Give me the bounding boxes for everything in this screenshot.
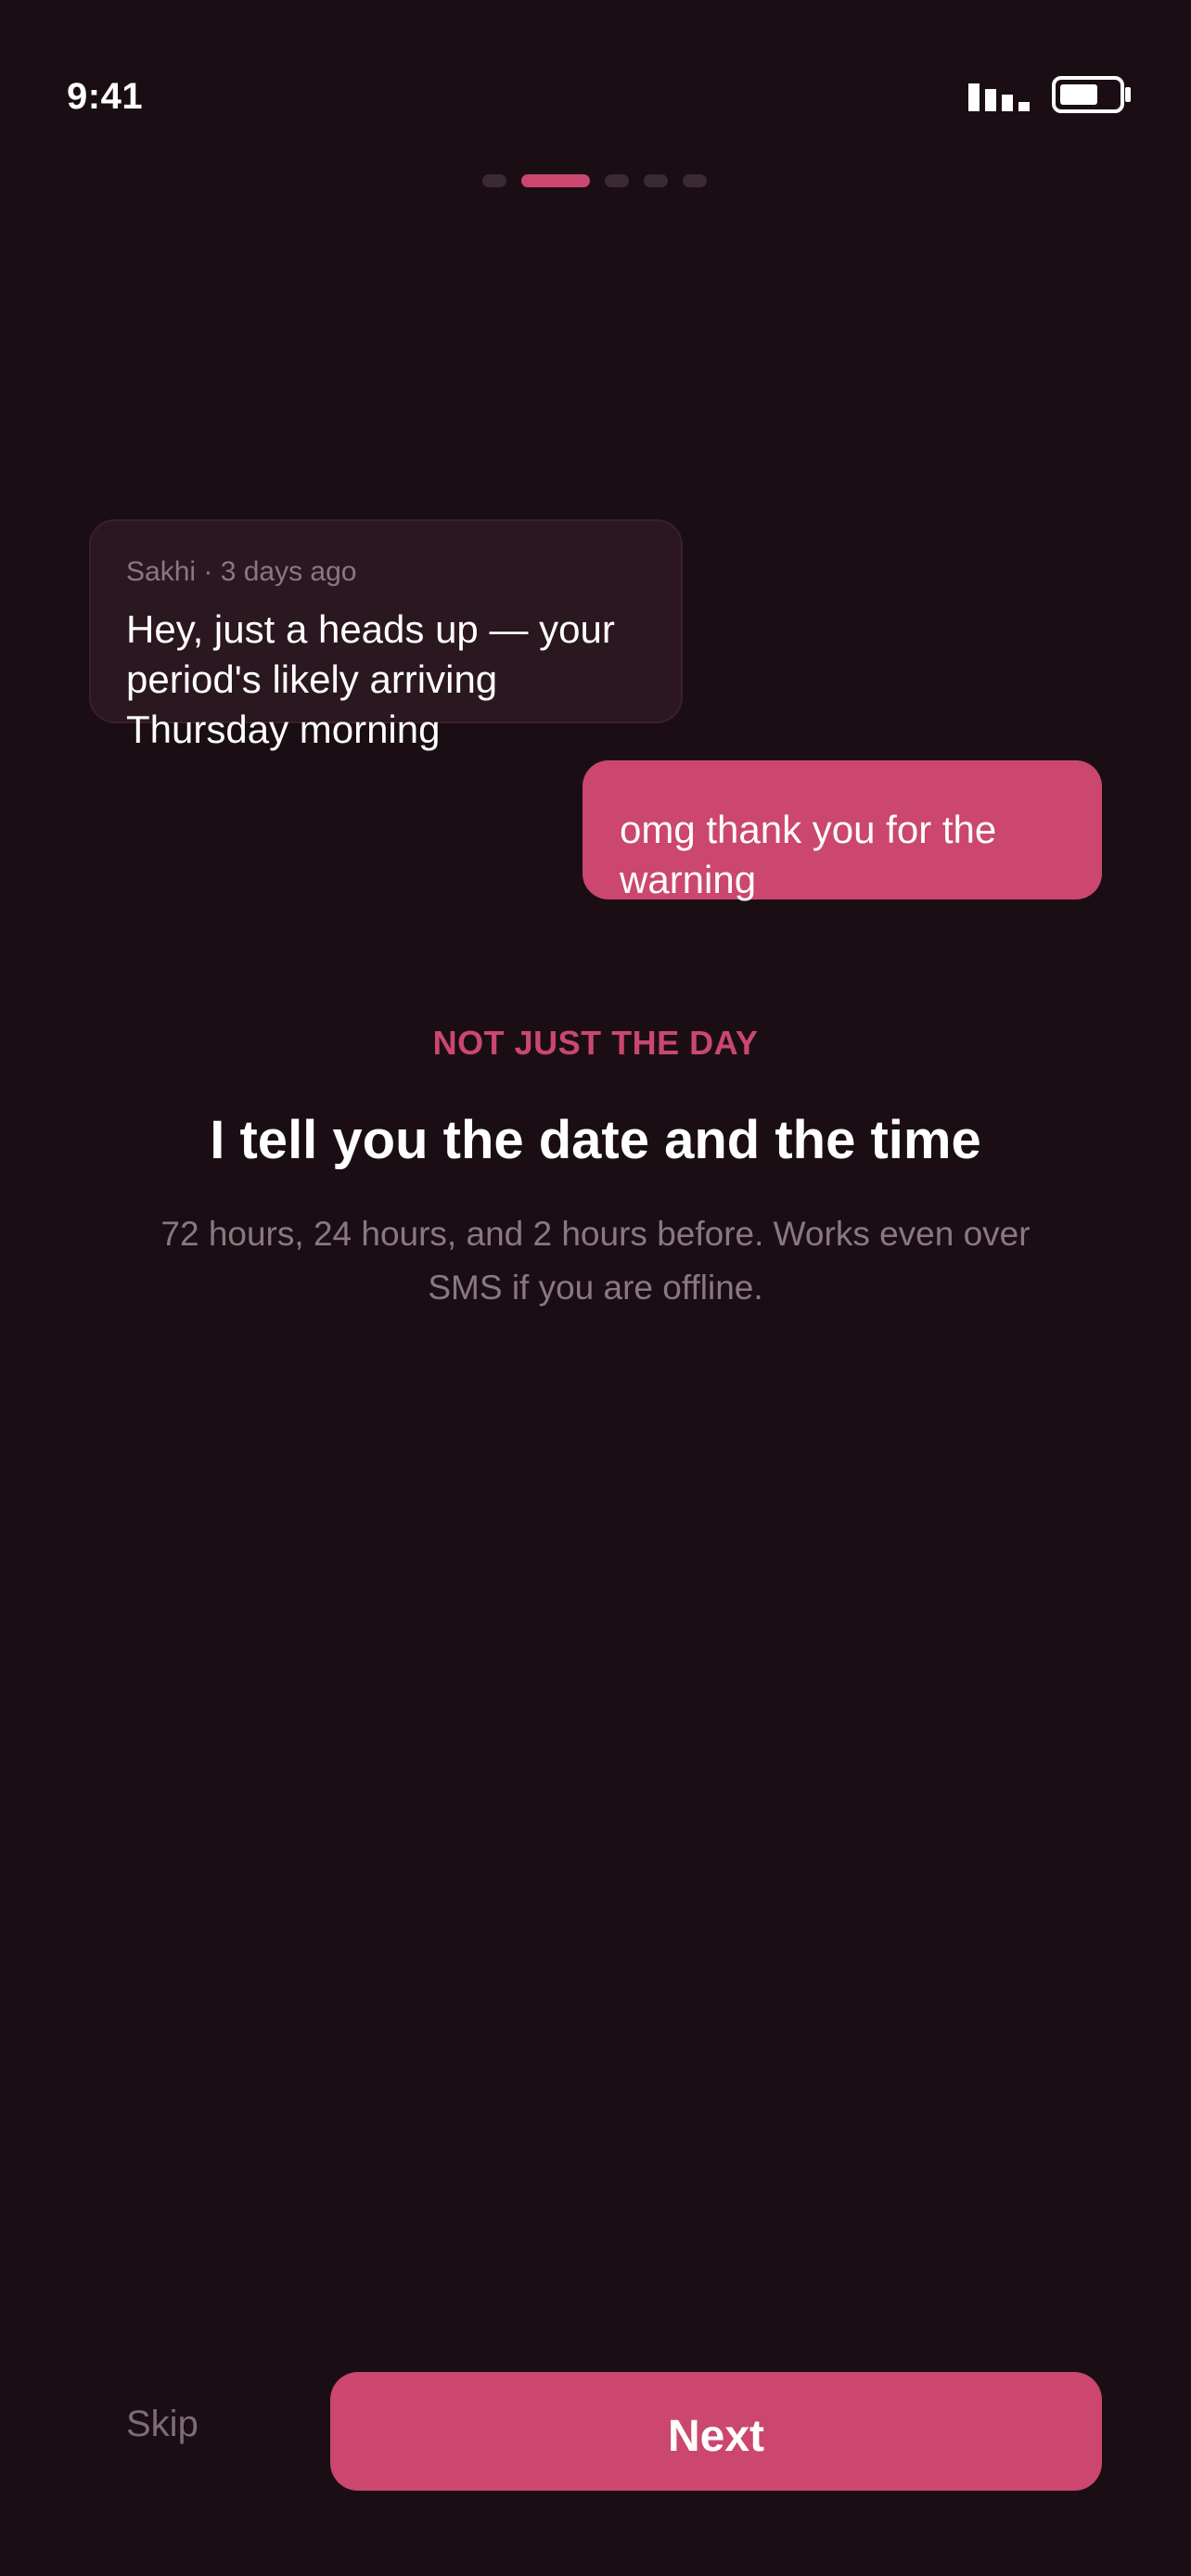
cellular-signal-icon — [968, 83, 1030, 111]
incoming-message-bubble: Sakhi · 3 days ago Hey, just a heads up … — [89, 519, 683, 751]
page-subtitle: 72 hours, 24 hours, and 2 hours before. … — [160, 1215, 1031, 1307]
page-indicator — [482, 172, 709, 189]
page-title: I tell you the date and the time — [210, 1110, 981, 1170]
outgoing-message-text: omg thank you for the warning — [620, 808, 997, 901]
status-time: 9:41 — [67, 76, 144, 117]
page-dot[interactable] — [482, 174, 506, 187]
skip-button[interactable]: Skip — [126, 2404, 198, 2445]
battery-icon — [1052, 76, 1131, 113]
page-dot[interactable] — [683, 174, 707, 187]
outgoing-message-bubble: omg thank you for the warning — [583, 760, 1102, 901]
incoming-message-text: Hey, just a heads up — your period's lik… — [126, 607, 615, 751]
page-dot[interactable] — [605, 174, 629, 187]
message-sender-meta: Sakhi · 3 days ago — [126, 556, 357, 587]
page-dot-active[interactable] — [521, 174, 590, 187]
page-dot[interactable] — [644, 174, 668, 187]
eyebrow-label: NOT JUST THE DAY — [432, 1024, 759, 1062]
next-button[interactable]: Next — [330, 2372, 1102, 2491]
